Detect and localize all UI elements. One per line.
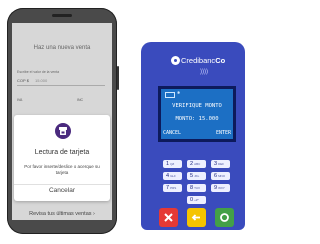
amount-label: Escribe el valor de la venta xyxy=(17,70,60,74)
display-line-amount: MONTO: 15.000 xyxy=(175,116,219,122)
display-line-verify: VERIFIQUE MONTO xyxy=(172,103,222,109)
amount-field[interactable]: COP $ 15.000 xyxy=(17,78,105,86)
smartphone: Haz una nueva venta Escribe el valor de … xyxy=(7,8,119,234)
clear-key[interactable] xyxy=(187,208,206,227)
phone-screen: Haz una nueva venta Escribe el valor de … xyxy=(12,23,112,220)
dialog-divider xyxy=(14,184,110,185)
brand-logo-dot xyxy=(174,59,177,62)
dialog-message: Por favor inserte/deslice o acerque su t… xyxy=(24,164,100,175)
pos-terminal: CredibancCo )))) ✱ VERIFIQUE MONTO MONTO… xyxy=(141,42,245,230)
key-1[interactable]: 1QZ xyxy=(163,160,182,168)
key-9[interactable]: 9WXY xyxy=(211,184,230,192)
key-4[interactable]: 4GHI xyxy=(163,172,182,180)
brand-name-bold: Co xyxy=(215,56,226,65)
pos-display: ✱ VERIFIQUE MONTO MONTO: 15.000 CANCEL E… xyxy=(158,86,236,142)
card-reader-icon xyxy=(55,123,71,139)
brand-name: CredibancCo xyxy=(181,56,225,65)
currency-label: COP $ xyxy=(17,78,29,83)
cancel-button[interactable]: Cancelar xyxy=(14,187,110,194)
bluetooth-icon: ✱ xyxy=(177,90,181,96)
brand-name-light: Credibanc xyxy=(181,56,216,65)
key-0[interactable]: 0+#* xyxy=(187,196,206,204)
key-2[interactable]: 2ABC xyxy=(187,160,206,168)
softkey-enter-label: ENTER xyxy=(215,130,231,136)
battery-icon xyxy=(165,92,175,98)
key-7[interactable]: 7PRS xyxy=(163,184,182,192)
review-sales-link[interactable]: Revisa tus últimas ventas › xyxy=(12,211,112,217)
cancel-key[interactable] xyxy=(159,208,178,227)
key-3[interactable]: 3DEF xyxy=(211,160,230,168)
key-5[interactable]: 5JKL xyxy=(187,172,206,180)
key-8[interactable]: 8TUV xyxy=(187,184,206,192)
dialog-title: Lectura de tarjeta xyxy=(34,149,90,156)
key-6[interactable]: 6MNO xyxy=(211,172,230,180)
phone-side-button xyxy=(117,66,119,90)
circle-icon xyxy=(220,213,229,222)
card-reading-dialog: Lectura de tarjeta Por favor inserte/des… xyxy=(14,115,110,201)
tax-col-right: INC xyxy=(77,98,84,102)
tax-col-left: IVA xyxy=(17,98,23,102)
x-icon xyxy=(164,213,173,222)
phone-speaker xyxy=(52,14,72,17)
screen-title: Haz una nueva venta xyxy=(33,45,91,51)
nfc-icon: )))) xyxy=(200,69,208,75)
tax-row: IVA INC xyxy=(17,98,105,104)
amount-placeholder: 15.000 xyxy=(35,78,48,83)
enter-key[interactable] xyxy=(215,208,234,227)
back-arrow-icon xyxy=(191,214,200,221)
softkey-cancel-label: CANCEL xyxy=(163,130,182,136)
